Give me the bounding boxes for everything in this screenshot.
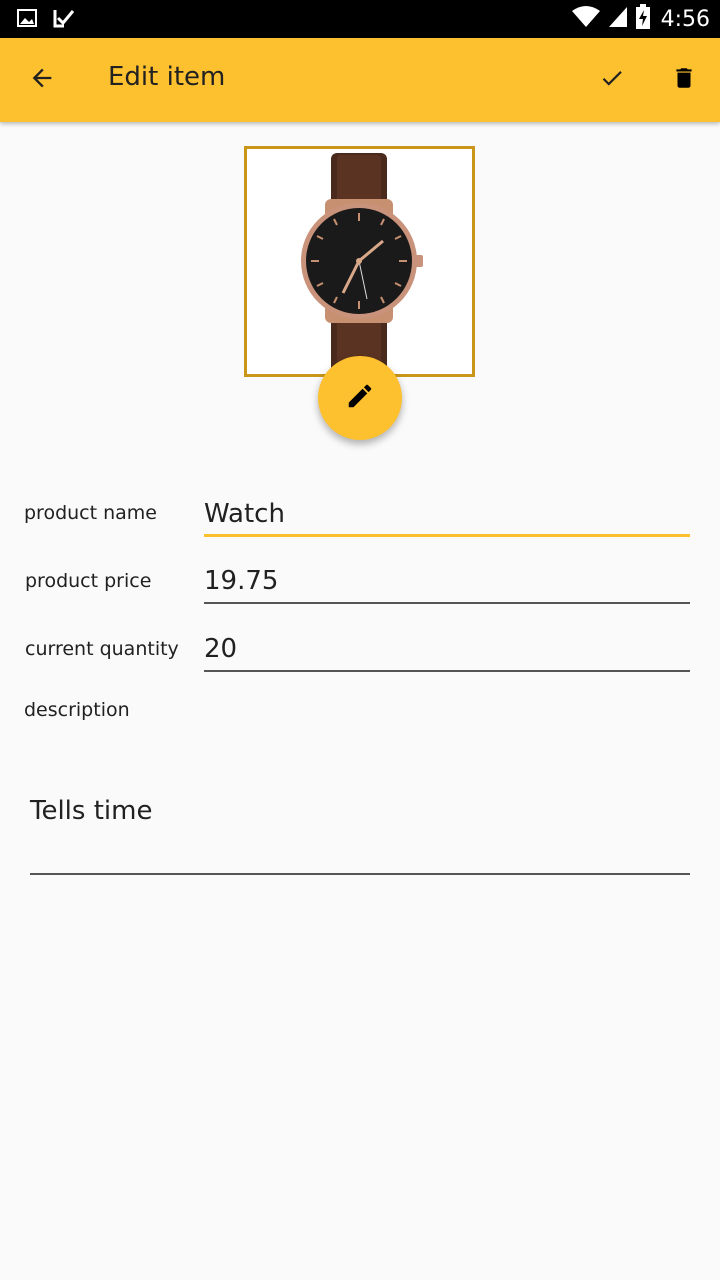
check-notification-icon <box>52 6 76 34</box>
product-name-field[interactable]: Watch <box>204 493 690 537</box>
product-price-underline <box>204 602 690 604</box>
product-price-value: 19.75 <box>204 566 279 596</box>
product-name-underline <box>204 534 690 537</box>
page-title: Edit item <box>108 62 226 92</box>
current-quantity-label: current quantity <box>25 638 179 660</box>
status-bar: 4:56 <box>0 0 720 38</box>
description-underline <box>30 873 690 875</box>
description-label: description <box>24 699 130 721</box>
signal-icon <box>607 5 629 33</box>
back-button[interactable] <box>20 58 64 102</box>
arrow-back-icon <box>28 64 56 96</box>
delete-button[interactable] <box>662 58 706 102</box>
image-icon <box>16 7 38 33</box>
description-value: Tells time <box>30 796 153 826</box>
pencil-icon <box>345 381 375 415</box>
product-name-value: Watch <box>204 499 285 529</box>
edit-image-button[interactable] <box>318 356 402 440</box>
save-button[interactable] <box>590 58 634 102</box>
product-price-label: product price <box>25 570 152 592</box>
product-image[interactable] <box>244 146 475 377</box>
trash-icon <box>671 65 697 95</box>
product-name-label: product name <box>24 502 157 524</box>
wifi-icon <box>571 5 601 33</box>
current-quantity-value: 20 <box>204 634 238 664</box>
check-icon <box>599 65 625 95</box>
status-time: 4:56 <box>660 6 710 32</box>
description-field[interactable]: Tells time <box>30 790 690 875</box>
watch-image <box>301 153 423 374</box>
battery-charging-icon <box>635 4 651 34</box>
product-price-field[interactable]: 19.75 <box>204 560 690 604</box>
app-bar: Edit item <box>0 38 720 122</box>
current-quantity-field[interactable]: 20 <box>204 628 690 672</box>
current-quantity-underline <box>204 670 690 672</box>
